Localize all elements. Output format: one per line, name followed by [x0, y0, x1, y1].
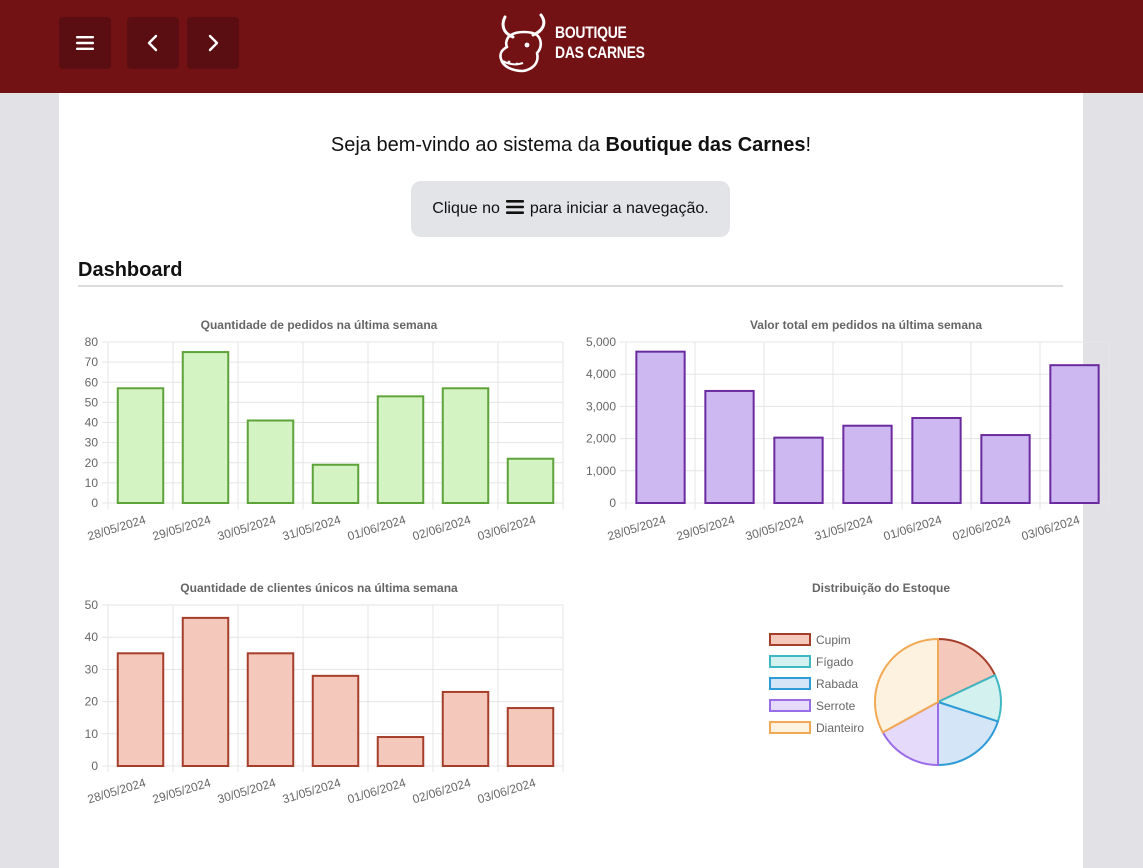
y-tick-label: 10: [85, 476, 99, 490]
x-tick-label: 02/06/2024: [411, 512, 473, 543]
bar: [842, 424, 893, 504]
x-tick-label: 30/05/2024: [216, 775, 278, 806]
bar: [506, 457, 555, 505]
y-tick-label: 3,000: [586, 399, 616, 413]
order-value-chart: Valor total em pedidos na última semana 0…: [586, 318, 1110, 543]
legend-swatch: [769, 633, 811, 646]
bull-head-icon: [499, 13, 546, 73]
x-tick-label: 03/06/2024: [1020, 512, 1082, 543]
legend-label: Fígado: [816, 655, 854, 669]
x-tick-label: 30/05/2024: [744, 512, 806, 543]
bar: [506, 707, 555, 767]
x-tick-label: 29/05/2024: [151, 775, 213, 806]
bar: [116, 387, 165, 504]
chart-title: Quantidade de clientes únicos na última …: [180, 581, 458, 595]
legend-swatch: [769, 677, 811, 690]
x-tick-label: 02/06/2024: [411, 775, 473, 806]
bar: [181, 616, 230, 767]
top-bar: BOUTIQUE DAS CARNES: [0, 0, 1143, 93]
bar: [704, 389, 755, 504]
bar: [980, 434, 1031, 504]
x-tick-label: 03/06/2024: [476, 775, 538, 806]
y-tick-label: 30: [85, 662, 99, 676]
brand-logo[interactable]: BOUTIQUE DAS CARNES: [497, 13, 647, 75]
stock-distribution-chart: Distribuição do Estoque Cupim Fígado Rabada…: [769, 581, 1002, 767]
y-tick-label: 4,000: [586, 367, 616, 381]
bar: [311, 463, 360, 504]
bar: [773, 436, 824, 504]
bar: [311, 674, 360, 767]
legend-swatch: [769, 721, 811, 734]
x-tick-label: 31/05/2024: [281, 512, 343, 543]
y-tick-label: 30: [85, 436, 99, 450]
y-tick-label: 80: [85, 335, 99, 349]
y-tick-label: 5,000: [586, 335, 616, 349]
x-tick-label: 28/05/2024: [606, 512, 668, 543]
bar: [911, 416, 962, 504]
navigation-hint: Clique no para iniciar a navegação.: [411, 181, 730, 237]
x-tick-label: 29/05/2024: [675, 512, 737, 543]
legend-swatch: [769, 699, 811, 712]
x-tick-label: 02/06/2024: [951, 512, 1013, 543]
legend-label: Cupim: [816, 633, 851, 647]
chevron-right-icon: [208, 34, 219, 52]
x-tick-label: 29/05/2024: [151, 512, 213, 543]
chart-title: Quantidade de pedidos na última semana: [201, 318, 438, 332]
back-button[interactable]: [127, 17, 179, 69]
y-tick-label: 60: [85, 375, 99, 389]
y-tick-label: 2,000: [586, 432, 616, 446]
x-tick-label: 28/05/2024: [86, 512, 148, 543]
welcome-message: Seja bem-vindo ao sistema da Boutique da…: [330, 134, 812, 156]
main-content: Seja bem-vindo ao sistema da Boutique da…: [59, 93, 1110, 868]
bar: [441, 690, 490, 767]
bar: [376, 395, 425, 504]
x-tick-label: 30/05/2024: [216, 512, 278, 543]
x-tick-label: 01/06/2024: [346, 512, 408, 543]
y-tick-label: 0: [609, 496, 616, 510]
dashboard-title: Dashboard: [78, 259, 183, 281]
y-tick-label: 50: [85, 598, 99, 612]
chart-title: Distribuição do Estoque: [812, 581, 950, 595]
bar: [1049, 364, 1100, 504]
y-tick-label: 70: [85, 355, 99, 369]
unique-clients-chart: Quantidade de clientes únicos na última …: [85, 581, 564, 806]
y-tick-label: 10: [85, 727, 99, 741]
x-tick-label: 31/05/2024: [281, 775, 343, 806]
x-tick-label: 01/06/2024: [882, 512, 944, 543]
bar: [441, 387, 490, 504]
y-tick-label: 40: [85, 416, 99, 430]
y-tick-label: 0: [91, 759, 98, 773]
hint-text-after: para iniciar a navegação.: [529, 200, 709, 217]
y-tick-label: 50: [85, 395, 99, 409]
hamburger-icon: [505, 199, 524, 220]
legend-label: Serrote: [816, 699, 856, 713]
y-tick-label: 1,000: [586, 464, 616, 478]
bar: [246, 419, 295, 504]
chart-title: Valor total em pedidos na última semana: [750, 318, 982, 332]
bar: [116, 652, 165, 767]
legend-label: Dianteiro: [816, 721, 864, 735]
bar: [246, 652, 295, 767]
x-tick-label: 03/06/2024: [476, 512, 538, 543]
logo-text: BOUTIQUE DAS CARNES: [555, 23, 645, 62]
legend-label: Rabada: [816, 677, 858, 691]
y-tick-label: 20: [85, 695, 99, 709]
forward-button[interactable]: [187, 17, 239, 69]
x-tick-label: 31/05/2024: [813, 512, 875, 543]
hamburger-icon: [76, 36, 94, 50]
menu-button[interactable]: [59, 17, 111, 69]
legend-swatch: [769, 655, 811, 668]
y-tick-label: 40: [85, 630, 99, 644]
bar: [181, 351, 230, 504]
dashboard-divider: [78, 285, 1063, 287]
hint-text-before: Clique no: [432, 200, 500, 217]
x-tick-label: 28/05/2024: [86, 775, 148, 806]
chevron-left-icon: [147, 34, 158, 52]
bar: [376, 736, 425, 768]
orders-chart: Quantidade de pedidos na última semana01…: [85, 318, 564, 543]
y-tick-label: 0: [91, 496, 98, 510]
bar: [635, 350, 686, 504]
x-tick-label: 01/06/2024: [346, 775, 408, 806]
y-tick-label: 20: [85, 456, 99, 470]
